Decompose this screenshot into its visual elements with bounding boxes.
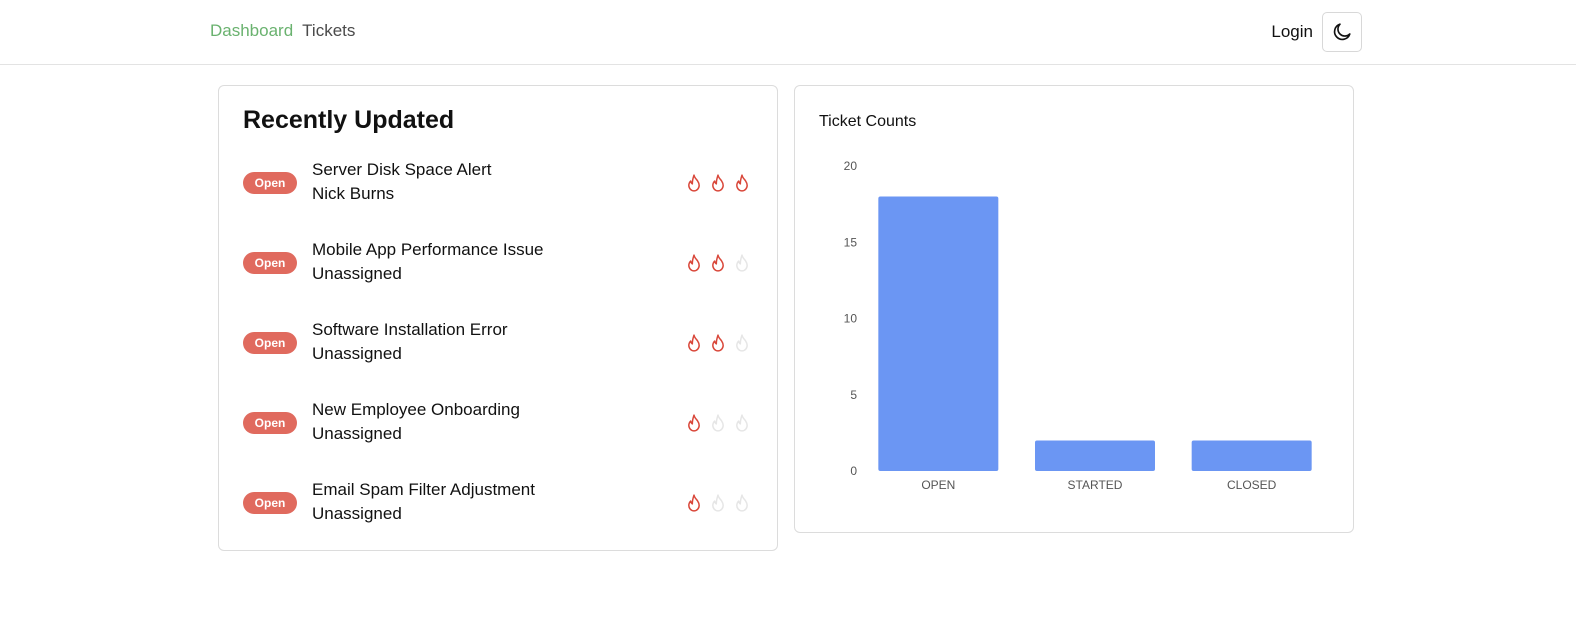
x-tick-label: STARTED — [1068, 478, 1123, 492]
top-navbar: Dashboard Tickets Login — [0, 0, 1576, 65]
ticket-row[interactable]: Open Software Installation Error Unassigne… — [243, 318, 753, 374]
main-nav: Dashboard Tickets — [210, 21, 355, 41]
ticket-info: New Employee Onboarding Unassigned — [312, 398, 520, 446]
ticket-assignee: Unassigned — [312, 424, 402, 443]
flame-icon — [731, 170, 753, 196]
status-badge: Open — [243, 412, 297, 434]
ticket-info: Software Installation Error Unassigned — [312, 318, 508, 366]
flame-icon — [731, 250, 753, 276]
ticket-row[interactable]: Open Server Disk Space Alert Nick Burns — [243, 158, 753, 214]
nav-dashboard-link[interactable]: Dashboard — [210, 21, 293, 41]
ticket-assignee: Unassigned — [312, 504, 402, 523]
moon-icon — [1333, 23, 1351, 41]
ticket-row[interactable]: Open New Employee Onboarding Unassigned — [243, 398, 753, 454]
priority-indicator — [683, 410, 753, 436]
ticket-assignee: Nick Burns — [312, 184, 395, 203]
ticket-info: Email Spam Filter Adjustment Unassigned — [312, 478, 535, 526]
y-tick-label: 5 — [850, 388, 857, 402]
login-link[interactable]: Login — [1271, 22, 1313, 42]
flame-icon — [707, 250, 729, 276]
x-tick-label: CLOSED — [1227, 478, 1277, 492]
ticket-title: New Employee Onboarding — [312, 400, 520, 419]
flame-icon — [683, 410, 705, 436]
nav-tickets-link[interactable]: Tickets — [302, 21, 355, 41]
theme-toggle-button[interactable] — [1322, 12, 1362, 52]
flame-icon — [707, 170, 729, 196]
ticket-assignee: Unassigned — [312, 264, 402, 283]
status-badge: Open — [243, 332, 297, 354]
x-tick-label: OPEN — [921, 478, 955, 492]
flame-icon — [731, 490, 753, 516]
flame-icon — [707, 410, 729, 436]
priority-indicator — [683, 330, 753, 356]
ticket-row[interactable]: Open Email Spam Filter Adjustment Unassign… — [243, 478, 753, 534]
flame-icon — [707, 330, 729, 356]
ticket-row[interactable]: Open Mobile App Performance Issue Unassign… — [243, 238, 753, 294]
y-tick-label: 10 — [844, 312, 858, 326]
priority-indicator — [683, 250, 753, 276]
status-badge: Open — [243, 252, 297, 274]
flame-icon — [731, 410, 753, 436]
flame-icon — [683, 490, 705, 516]
flame-icon — [683, 170, 705, 196]
ticket-info: Mobile App Performance Issue Unassigned — [312, 238, 544, 286]
flame-icon — [731, 330, 753, 356]
ticket-title: Software Installation Error — [312, 320, 508, 339]
bar-started[interactable] — [1035, 440, 1155, 472]
ticket-counts-chart: 0 5 10 15 20 OPEN STARTED CLOSED — [844, 159, 1312, 492]
recently-updated-card: Recently Updated Open Server Disk Space A… — [218, 85, 778, 551]
bar-closed[interactable] — [1191, 440, 1312, 472]
flame-icon — [683, 330, 705, 356]
y-tick-label: 0 — [850, 464, 857, 478]
ticket-info: Server Disk Space Alert Nick Burns — [312, 158, 492, 206]
status-badge: Open — [243, 172, 297, 194]
priority-indicator — [683, 490, 753, 516]
nav-actions: Login — [1271, 12, 1362, 52]
flame-icon — [707, 490, 729, 516]
y-tick-label: 15 — [844, 235, 858, 249]
recently-updated-title: Recently Updated — [243, 106, 455, 134]
ticket-title: Email Spam Filter Adjustment — [312, 480, 535, 499]
priority-indicator — [683, 170, 753, 196]
ticket-assignee: Unassigned — [312, 344, 402, 363]
y-tick-label: 20 — [844, 159, 858, 173]
ticket-counts-card: Ticket Counts 0 5 10 15 20 OPEN STARTED CLOSED — [794, 85, 1354, 533]
bar-open[interactable] — [878, 196, 999, 472]
flame-icon — [683, 250, 705, 276]
status-badge: Open — [243, 492, 297, 514]
ticket-title: Mobile App Performance Issue — [312, 240, 544, 259]
ticket-title: Server Disk Space Alert — [312, 160, 492, 179]
